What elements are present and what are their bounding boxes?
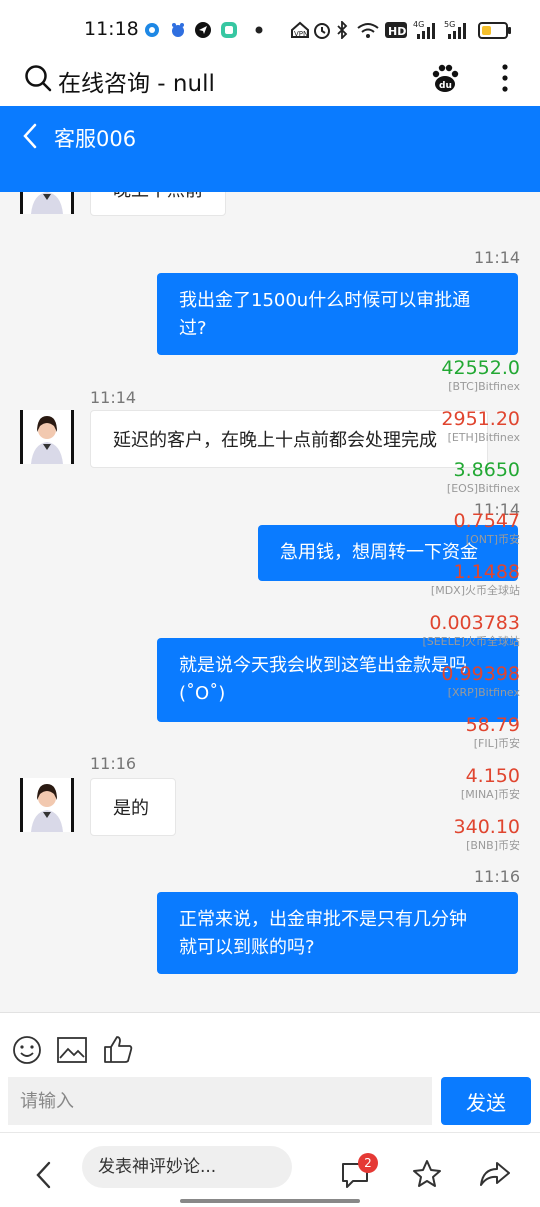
ticker-symbol: [SEELE]火币全球站	[422, 635, 520, 648]
home-indicator	[180, 1199, 360, 1203]
ticker-price: 0.003783	[429, 612, 520, 634]
message-text: 急用钱，想周转一下资金	[280, 542, 478, 563]
signal-5g-icon: 5G	[444, 20, 466, 39]
more-notifications-dot	[255, 26, 263, 34]
ticker-symbol: [FIL]币安	[473, 737, 520, 750]
message-text: 正常来说，出金审批不是只有几分钟	[179, 909, 467, 930]
wifi-icon	[357, 23, 379, 38]
ticker-item: 0.7547 [ONT]币安	[454, 510, 520, 548]
ticker-symbol: [MDX]火币全球站	[430, 584, 520, 597]
agent-photo-icon	[31, 784, 63, 832]
image-icon[interactable]	[57, 1037, 87, 1063]
ticker-item: 4.150 [MINA]币安	[461, 765, 520, 803]
ticker-symbol: [ETH]Bitfinex	[447, 431, 520, 444]
ticker-symbol: [MINA]币安	[460, 788, 520, 801]
message-bubble-incoming: 延迟的客户，在晚上十点前都会处理完成	[90, 410, 488, 468]
more-menu-icon[interactable]	[498, 62, 512, 94]
baidu-notification-icon	[172, 23, 184, 37]
back-icon[interactable]	[34, 1161, 52, 1189]
message-text: 我出金了1500u什么时候可以审批通	[179, 290, 471, 311]
svg-text:du: du	[439, 81, 452, 91]
signal-5g-label: 5G	[444, 20, 455, 29]
signal-4g-label: 4G	[413, 20, 424, 29]
comment-input[interactable]: 发表神评妙论...	[82, 1146, 292, 1188]
message-text-line2: 就可以到账的吗?	[179, 937, 315, 958]
message-input[interactable]	[8, 1077, 432, 1125]
ticker-item: 2951.20 [ETH]Bitfinex	[441, 408, 520, 446]
page-title[interactable]: 在线咨询 - null	[58, 64, 215, 98]
message-text: 是的	[113, 798, 149, 819]
message-bubble-outgoing: 我出金了1500u什么时候可以审批通 过?	[157, 273, 518, 355]
ticker-price: 42552.0	[441, 357, 520, 379]
ticker-item: 0.99398 [XRP]Bitfinex	[441, 663, 520, 701]
chat-app-icon	[221, 22, 237, 38]
vpn-icon: VPN	[291, 21, 309, 38]
ticker-item: 340.10 [BNB]币安	[454, 816, 520, 854]
ticker-item: 3.8650 [EOS]Bitfinex	[447, 459, 520, 497]
message-bubble-outgoing: 正常来说，出金审批不是只有几分钟 就可以到账的吗?	[157, 892, 518, 974]
ticker-price: 58.79	[465, 714, 520, 736]
alarm-icon	[314, 23, 330, 39]
search-icon[interactable]	[24, 64, 52, 92]
message-timestamp: 11:16	[474, 867, 521, 886]
ticker-item: 42552.0 [BTC]Bitfinex	[441, 357, 520, 395]
ticker-symbol: [EOS]Bitfinex	[446, 482, 520, 495]
message-text: 延迟的客户，在晚上十点前都会处理完成	[113, 430, 437, 451]
svg-text:VPN: VPN	[294, 30, 308, 38]
agent-avatar	[20, 778, 74, 832]
send-app-icon	[195, 22, 211, 38]
back-arrow-icon[interactable]	[22, 123, 38, 149]
chat-title: 客服006	[54, 127, 137, 151]
message-text-line2: 过?	[179, 318, 207, 339]
app-notification-icon	[145, 23, 159, 37]
thumbs-up-icon[interactable]	[102, 1034, 134, 1064]
share-icon[interactable]	[479, 1161, 511, 1187]
ticker-price: 0.7547	[453, 510, 520, 532]
ticker-symbol: [BTC]Bitfinex	[448, 380, 520, 393]
chat-message-list[interactable]: 晚上十点前 11:14 我出金了1500u什么时候可以审批通 过? 11:14 …	[0, 192, 540, 1012]
ticker-item: 58.79 [FIL]币安	[466, 714, 520, 752]
agent-avatar	[20, 192, 74, 214]
ticker-price: 340.10	[453, 816, 520, 838]
battery-icon	[478, 22, 511, 39]
ticker-price: 3.8650	[453, 459, 520, 481]
ticker-item: 0.003783 [SEELE]火币全球站	[422, 612, 520, 650]
ticker-price: 2951.20	[441, 408, 520, 430]
comments-badge: 2	[358, 1153, 378, 1173]
ticker-symbol: [XRP]Bitfinex	[447, 686, 520, 699]
message-bubble-incoming: 晚上十点前	[90, 192, 226, 216]
browser-search-bar[interactable]: 在线咨询 - null du	[0, 58, 540, 106]
baidu-paw-icon[interactable]: du	[430, 62, 460, 94]
ticker-symbol: [BNB]币安	[466, 839, 520, 852]
chat-input-area: 发送	[0, 1012, 540, 1133]
chat-header: 客服006	[0, 106, 540, 192]
ticker-symbol: [ONT]币安	[465, 533, 520, 546]
emoji-icon[interactable]	[12, 1035, 42, 1065]
status-bar: 11:18 VPN HD 4G 5G	[0, 0, 540, 58]
browser-bottom-nav: 发表神评妙论... 2	[0, 1132, 540, 1207]
signal-4g-icon: 4G	[413, 20, 435, 39]
agent-photo-icon	[31, 416, 63, 464]
agent-photo-icon	[31, 192, 63, 214]
svg-text:HD: HD	[388, 25, 406, 38]
message-timestamp: 11:14	[90, 388, 137, 407]
message-bubble-incoming: 是的	[90, 778, 176, 836]
ticker-price: 4.150	[465, 765, 520, 787]
message-text: 晚上十点前	[113, 192, 203, 202]
ticker-price: 0.99398	[441, 663, 520, 685]
clock: 11:18	[84, 18, 139, 40]
message-timestamp: 11:14	[474, 248, 521, 267]
message-timestamp: 11:16	[90, 754, 137, 773]
favorite-star-icon[interactable]	[412, 1159, 442, 1189]
ticker-item: 1.1488 [MDX]火币全球站	[431, 561, 520, 599]
bluetooth-icon	[337, 21, 348, 39]
send-button[interactable]: 发送	[441, 1077, 531, 1125]
hd-voice-icon: HD	[385, 22, 407, 38]
ticker-price: 1.1488	[453, 561, 520, 583]
agent-avatar	[20, 410, 74, 464]
